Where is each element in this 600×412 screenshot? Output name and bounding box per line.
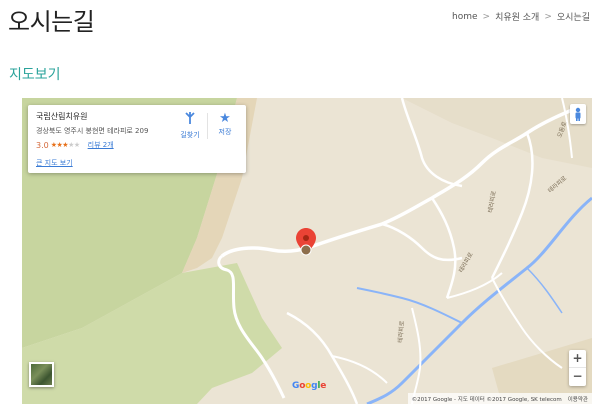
zoom-out-button[interactable]: − xyxy=(569,368,586,386)
map-attribution: ©2017 Google - 지도 데이터 ©2017 Google, SK t… xyxy=(411,396,562,403)
road-label: 테라피로 xyxy=(546,174,568,195)
reviews-link[interactable]: 리뷰 2개 xyxy=(88,140,114,150)
road-label: 테라피로 xyxy=(396,320,406,343)
breadcrumb-intro[interactable]: 치유원 소개 xyxy=(495,10,539,23)
section-title: 지도보기 xyxy=(9,67,61,83)
card-actions: 길찾기 ★ 저장 xyxy=(175,111,240,140)
chevron-right-icon: > xyxy=(482,11,491,22)
street-view-pegman-button[interactable] xyxy=(570,104,586,124)
star-icon: ★ xyxy=(219,111,231,126)
save-button[interactable]: ★ 저장 xyxy=(210,111,240,140)
breadcrumb-home[interactable]: home xyxy=(452,12,478,22)
terms-link[interactable]: 이용약관 xyxy=(568,395,588,403)
divider xyxy=(207,113,208,139)
map-footer-bar: ©2017 Google - 지도 데이터 ©2017 Google, SK t… xyxy=(407,393,592,404)
breadcrumb: home > 치유원 소개 > 오시는길 xyxy=(452,10,590,24)
zoom-controls: + − xyxy=(569,350,586,386)
rating-row: 3.0 ★★★★★ 리뷰 2개 xyxy=(36,140,238,150)
zoom-in-button[interactable]: + xyxy=(569,350,586,368)
road-label: 테라피로 xyxy=(457,250,475,274)
directions-button[interactable]: 길찾기 xyxy=(175,111,205,140)
place-info-card: 국립산림치유원 경상북도 영주시 봉현면 테라피로 209 3.0 ★★★★★ … xyxy=(28,105,246,173)
directions-label: 길찾기 xyxy=(180,131,200,139)
road-label: 테라피로 xyxy=(486,190,498,214)
directions-icon xyxy=(175,111,205,130)
page-title: 오시는길 xyxy=(8,8,95,36)
rating-value: 3.0 xyxy=(36,140,49,150)
google-logo: Google xyxy=(292,381,327,391)
chevron-right-icon: > xyxy=(544,11,552,22)
satellite-view-toggle[interactable] xyxy=(29,362,54,387)
breadcrumb-current: 오시는길 xyxy=(556,13,590,23)
rating-stars: ★★★★★ xyxy=(50,141,80,149)
save-label: 저장 xyxy=(218,128,232,136)
pegman-icon xyxy=(575,107,581,121)
embedded-map[interactable]: 오동로 테라피로 테라피로 테라피로 테라피로 국립산림치유원 경상북도 영주시… xyxy=(22,98,592,404)
view-larger-map-link[interactable]: 큰 지도 보기 xyxy=(36,158,73,168)
